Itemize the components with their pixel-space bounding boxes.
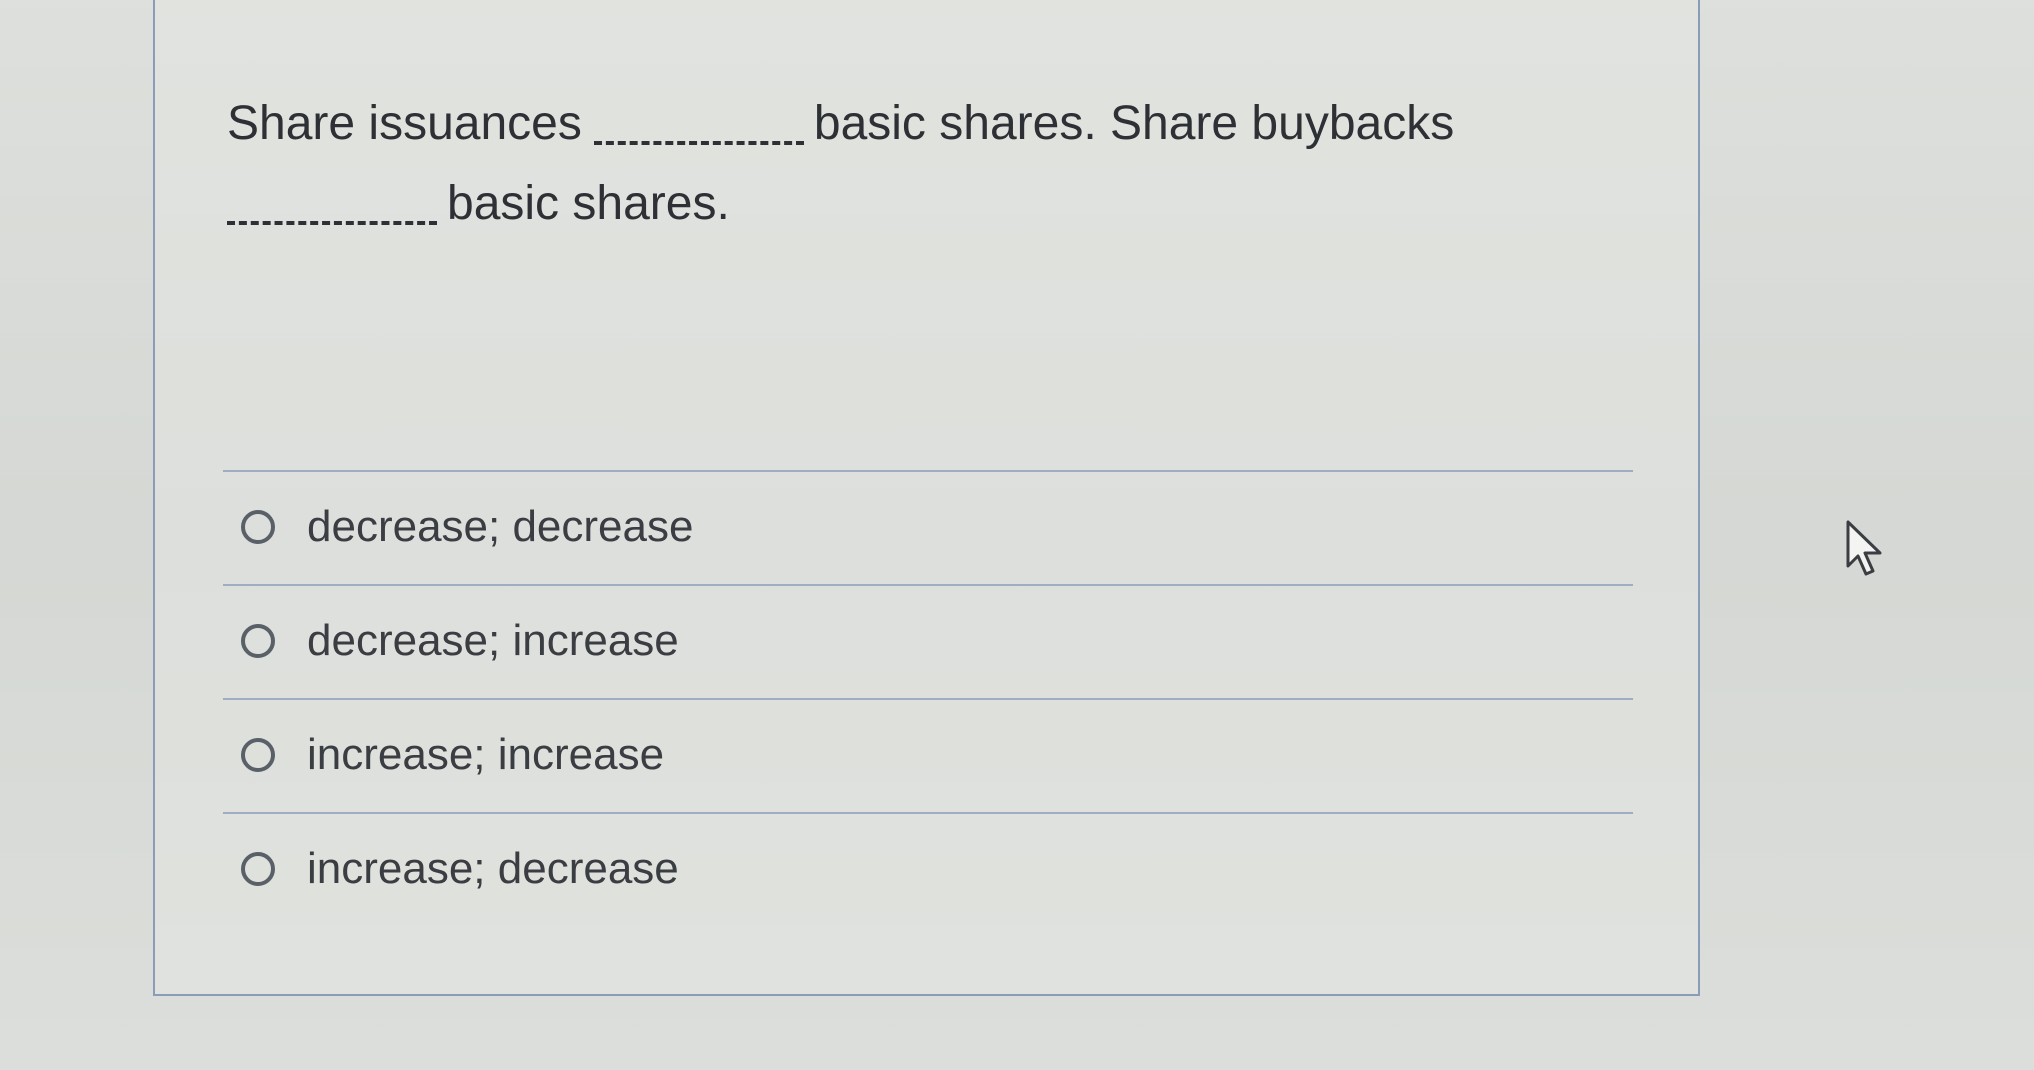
answer-blank-2 [227, 181, 437, 225]
option-label[interactable]: decrease; increase [307, 616, 679, 666]
option-row[interactable]: decrease; decrease [223, 470, 1633, 584]
question-text: Share issuances basic shares. Share buyba… [227, 84, 1527, 244]
radio-button[interactable] [241, 624, 275, 658]
radio-button[interactable] [241, 738, 275, 772]
radio-button[interactable] [241, 510, 275, 544]
option-label[interactable]: increase; decrease [307, 844, 679, 894]
mouse-pointer-icon [1846, 520, 1882, 576]
question-text-part2: basic shares. Share buybacks [813, 97, 1455, 150]
radio-button[interactable] [241, 852, 275, 886]
question-text-part1: Share issuances [227, 97, 582, 150]
question-text-part3: basic shares. [447, 177, 730, 230]
option-row[interactable]: increase; increase [223, 698, 1633, 812]
answer-options: decrease; decrease decrease; increase in… [223, 470, 1633, 926]
answer-blank-1 [593, 101, 804, 145]
question-card: Share issuances basic shares. Share buyba… [153, 0, 1700, 996]
option-label[interactable]: decrease; decrease [307, 502, 693, 552]
option-row[interactable]: decrease; increase [223, 584, 1633, 698]
option-row[interactable]: increase; decrease [223, 812, 1633, 926]
option-label[interactable]: increase; increase [307, 730, 664, 780]
